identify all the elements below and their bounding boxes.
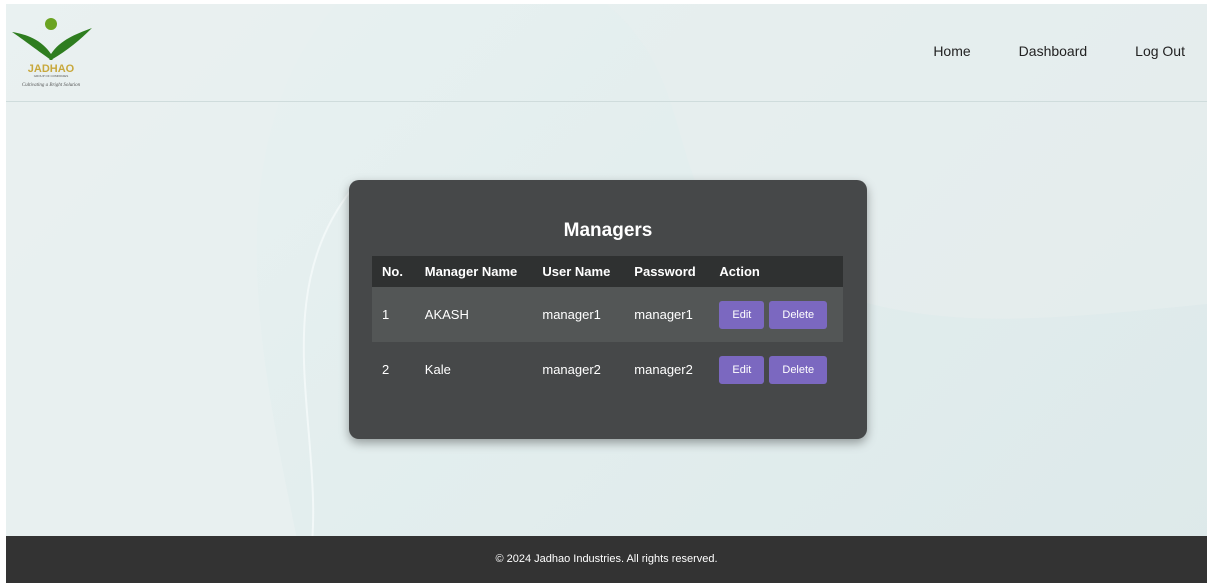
jadhao-logo-icon[interactable]: JADHAO GROUP OF COMPANIES Cultivating a … [10, 10, 94, 92]
row-password: manager2 [634, 362, 693, 377]
edit-button[interactable]: Edit [719, 355, 765, 384]
managers-title: Managers [563, 220, 653, 241]
top-nav: Home Dashboard Log Out [885, 43, 1185, 59]
col-user-name: User Name [542, 264, 611, 279]
col-password: Password [634, 264, 696, 279]
row-user-name: manager2 [542, 362, 601, 377]
header: JADHAO GROUP OF COMPANIES Cultivating a … [6, 4, 1207, 102]
table-row: 1 AKASH manager1 manager1 Edit Delete [372, 287, 843, 342]
row-no: 1 [382, 307, 390, 322]
col-manager-name: Manager Name [424, 264, 518, 279]
managers-table: No. Manager Name User Name Password Acti… [372, 256, 843, 397]
col-action: Action [719, 264, 760, 279]
page: JADHAO GROUP OF COMPANIES Cultivating a … [6, 4, 1207, 583]
nav-home-link[interactable]: Home [933, 43, 970, 59]
logo-tagline: Cultivating a Bright Solution [22, 83, 81, 88]
copyright-text: © 2024 Jadhao Industries. All rights res… [495, 553, 718, 565]
delete-button[interactable]: Delete [769, 355, 828, 384]
edit-button[interactable]: Edit [719, 300, 765, 329]
footer: © 2024 Jadhao Industries. All rights res… [6, 536, 1207, 583]
row-password: manager1 [634, 307, 693, 322]
row-user-name: manager1 [542, 307, 601, 322]
col-no: No. [382, 264, 403, 279]
nav-logout-link[interactable]: Log Out [1135, 43, 1185, 59]
row-manager-name: Kale [424, 362, 451, 377]
nav-dashboard-link[interactable]: Dashboard [1019, 43, 1088, 59]
row-manager-name: AKASH [424, 307, 469, 322]
row-actions: Edit Delete [709, 287, 843, 342]
row-actions: Edit Delete [709, 342, 843, 397]
managers-card: Managers No. Manager Name User Name Pass… [349, 180, 867, 439]
table-header-row: No. Manager Name User Name Password Acti… [372, 256, 843, 287]
table-row: 2 Kale manager2 manager2 Edit Delete [372, 342, 843, 397]
row-no: 2 [382, 362, 390, 377]
delete-button[interactable]: Delete [769, 300, 828, 329]
logo-subtext: GROUP OF COMPANIES [34, 74, 69, 78]
